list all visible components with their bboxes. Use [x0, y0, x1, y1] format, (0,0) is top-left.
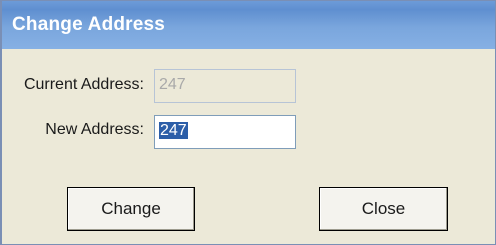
new-address-value: 247 — [159, 122, 188, 139]
current-address-value: 247 — [159, 76, 186, 93]
new-address-field[interactable]: 247 — [154, 115, 296, 149]
dialog-title: Change Address — [12, 14, 166, 35]
change-address-dialog: Change Address Current Address: 247 New … — [0, 0, 496, 245]
title-bar[interactable]: Change Address — [2, 1, 495, 49]
change-button[interactable]: Change — [67, 187, 195, 231]
close-button[interactable]: Close — [319, 187, 448, 231]
current-address-field: 247 — [154, 69, 296, 103]
close-button-label: Close — [361, 199, 406, 218]
current-address-label: Current Address: — [23, 76, 144, 93]
new-address-label: New Address: — [45, 121, 144, 138]
change-button-label: Change — [101, 199, 161, 218]
